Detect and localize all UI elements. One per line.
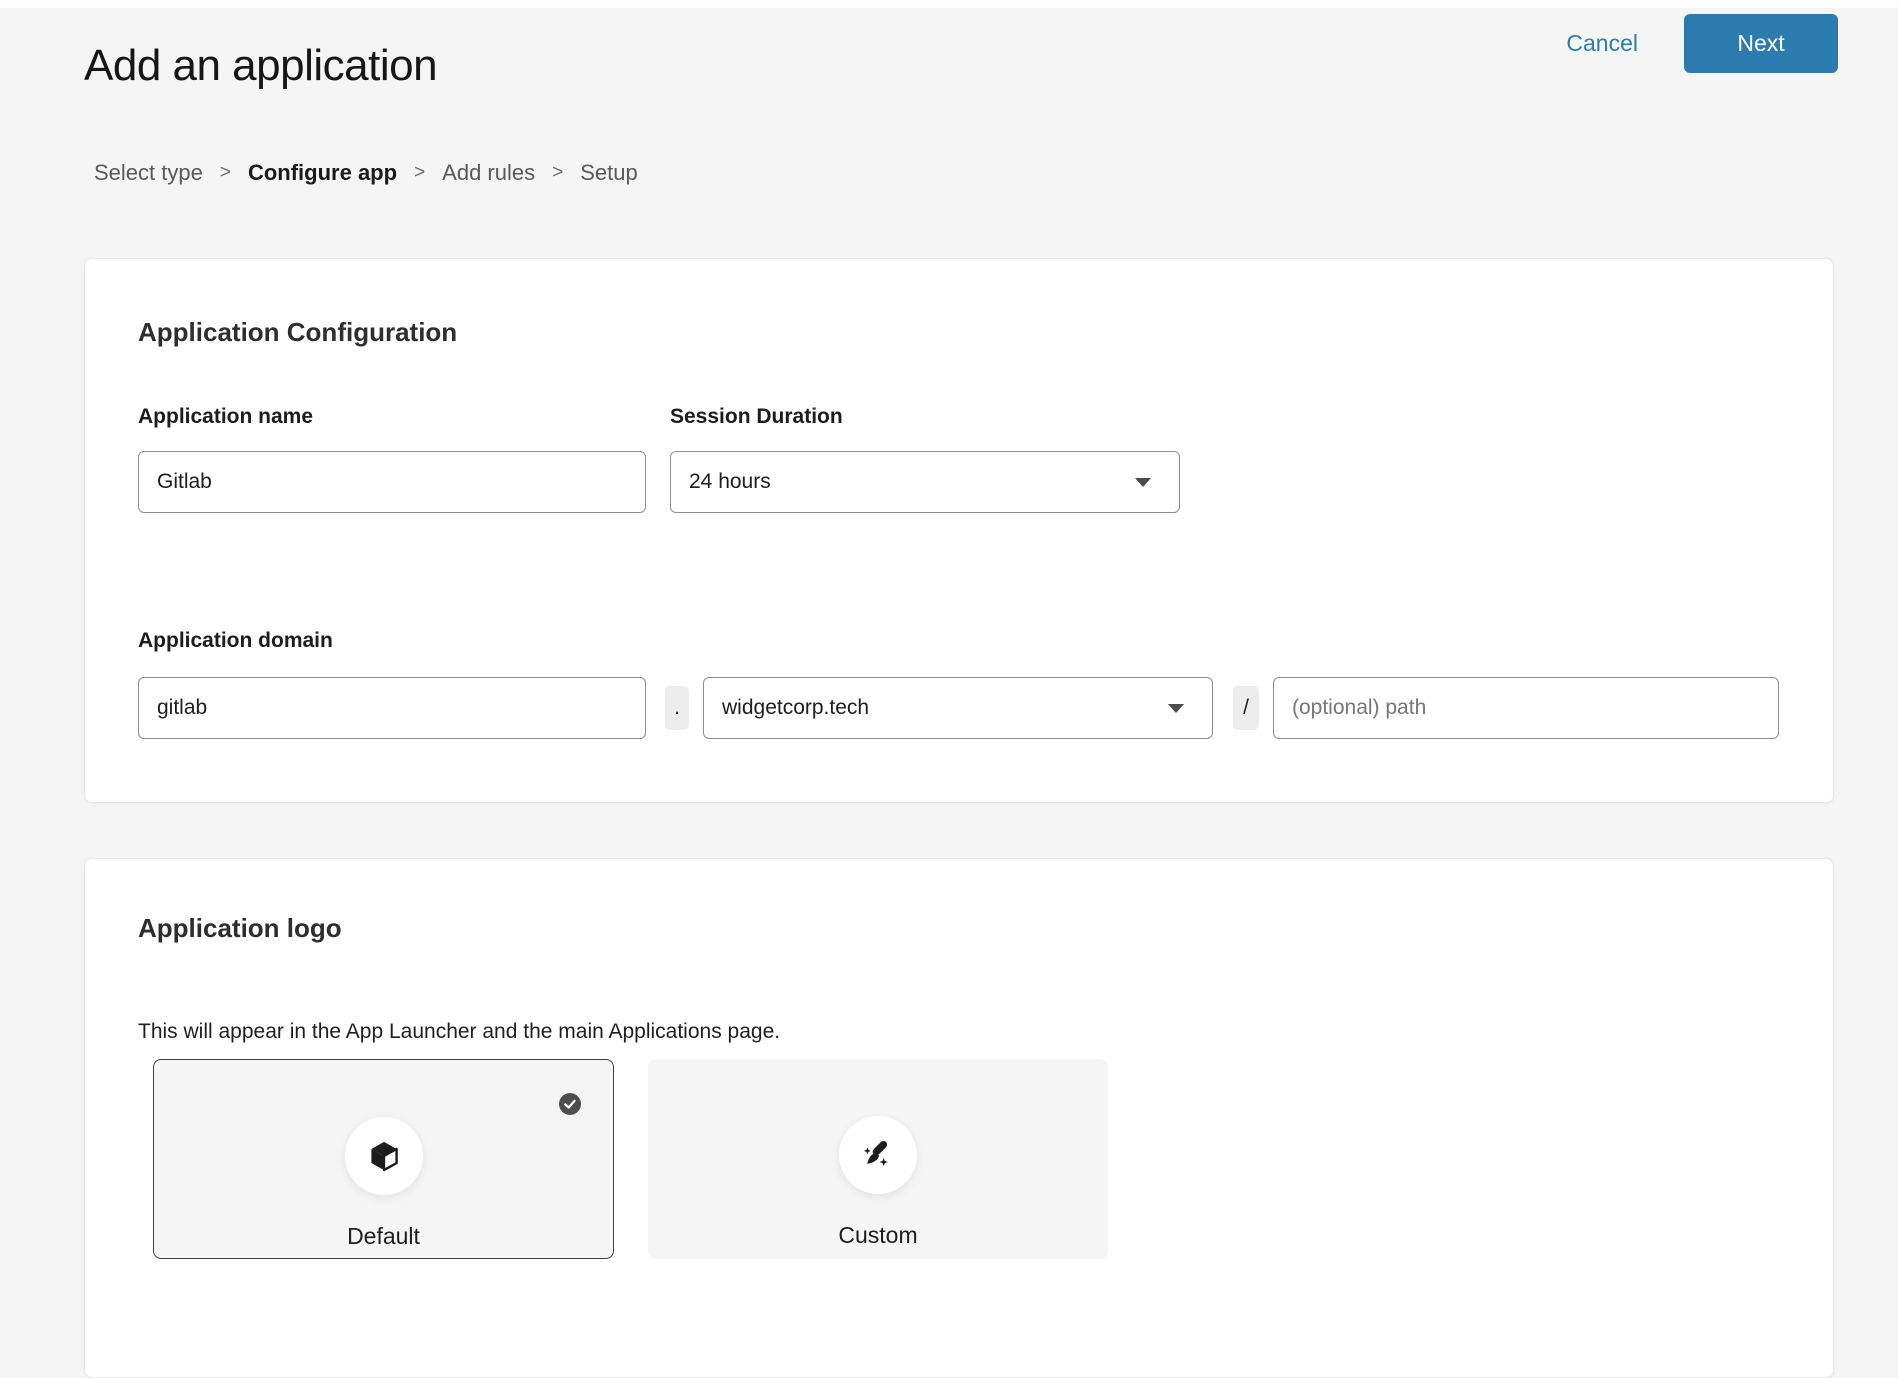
session-duration-value: 24 hours: [689, 470, 771, 494]
subdomain-input[interactable]: [138, 677, 646, 739]
slash-separator: /: [1233, 686, 1259, 730]
breadcrumb-step-configure-app[interactable]: Configure app: [248, 160, 397, 186]
application-name-label: Application name: [138, 405, 313, 429]
chevron-down-icon: [1135, 478, 1151, 487]
breadcrumb-separator: >: [220, 162, 231, 184]
application-logo-heading: Application logo: [138, 913, 342, 944]
session-duration-label: Session Duration: [670, 405, 843, 429]
logo-option-label: Default: [154, 1223, 613, 1250]
page-title: Add an application: [84, 41, 437, 91]
logo-option-label: Custom: [648, 1222, 1108, 1249]
application-configuration-heading: Application Configuration: [138, 317, 457, 348]
breadcrumb-step-setup[interactable]: Setup: [580, 160, 638, 186]
domain-value: widgetcorp.tech: [722, 696, 869, 720]
cube-icon: [366, 1138, 402, 1174]
breadcrumb-separator: >: [552, 162, 563, 184]
application-logo-description: This will appear in the App Launcher and…: [138, 1020, 780, 1044]
paintbrush-icon: [859, 1136, 897, 1174]
application-name-input[interactable]: [138, 451, 646, 513]
breadcrumb-separator: >: [414, 162, 425, 184]
path-input[interactable]: [1273, 677, 1779, 739]
top-strip: [0, 0, 1898, 8]
logo-option-custom[interactable]: Custom: [648, 1059, 1108, 1259]
breadcrumb: Select type > Configure app > Add rules …: [94, 160, 638, 186]
breadcrumb-step-add-rules[interactable]: Add rules: [442, 160, 535, 186]
application-configuration-card: Application Configuration Application na…: [84, 258, 1834, 803]
logo-option-default[interactable]: Default: [153, 1059, 614, 1259]
header-actions: Cancel Next: [1566, 13, 1838, 73]
default-logo-circle: [345, 1117, 423, 1195]
check-icon: [559, 1093, 581, 1115]
next-button[interactable]: Next: [1684, 14, 1838, 73]
breadcrumb-step-select-type[interactable]: Select type: [94, 160, 203, 186]
chevron-down-icon: [1168, 704, 1184, 713]
dot-separator: .: [665, 686, 689, 730]
session-duration-select[interactable]: 24 hours: [670, 451, 1180, 513]
custom-logo-circle: [839, 1116, 917, 1194]
cancel-button[interactable]: Cancel: [1566, 30, 1638, 57]
domain-select[interactable]: widgetcorp.tech: [703, 677, 1213, 739]
application-logo-card: Application logo This will appear in the…: [84, 858, 1834, 1378]
application-domain-label: Application domain: [138, 629, 333, 653]
